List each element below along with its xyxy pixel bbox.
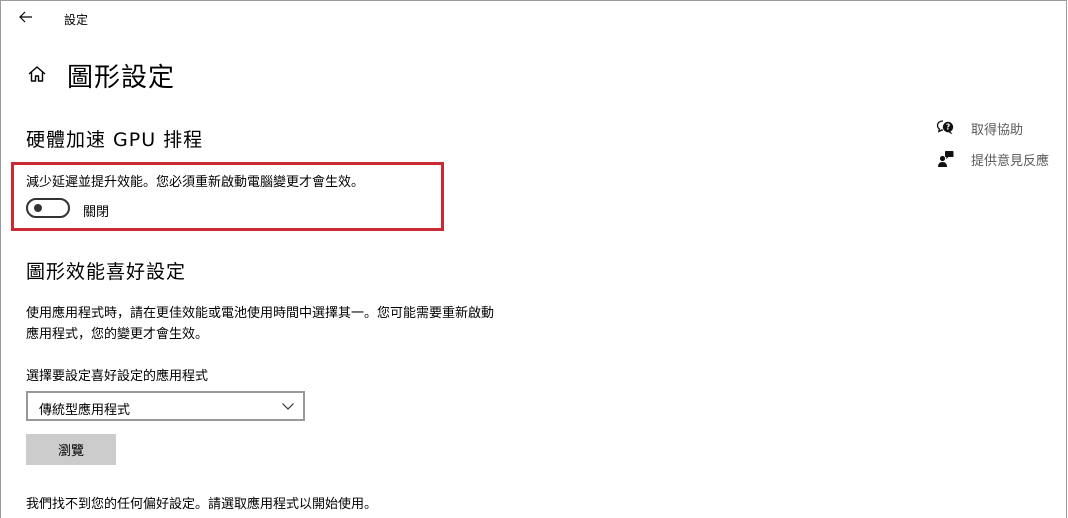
gpu-scheduling-toggle[interactable] (26, 198, 70, 218)
gpu-scheduling-description: 減少延遲並提升效能。您必須重新啟動電腦變更才會生效。 (26, 175, 365, 190)
back-arrow-icon (19, 11, 32, 23)
graphics-preference-description: 使用應用程式時，請在更佳效能或電池使用時間中選擇其一。您可能需要重新啟動應用程式… (26, 306, 495, 342)
help-chat-icon: ? (936, 118, 956, 138)
gpu-scheduling-heading: 硬體加速 GPU 排程 (26, 129, 204, 151)
back-button[interactable] (15, 6, 37, 28)
browse-button[interactable]: 瀏覽 (26, 434, 116, 465)
app-select-label: 選擇要設定喜好設定的應用程式 (26, 369, 209, 384)
toggle-knob (34, 204, 42, 212)
get-help-label: 取得協助 (971, 122, 1024, 138)
give-feedback-label: 提供意見反應 (971, 153, 1050, 169)
get-help-link[interactable]: ? 取得協助 (936, 118, 1023, 138)
home-icon[interactable] (26, 63, 48, 85)
graphics-preference-heading: 圖形效能喜好設定 (26, 261, 187, 283)
svg-text:?: ? (946, 123, 950, 132)
chevron-down-icon (282, 403, 294, 410)
page-title: 圖形設定 (67, 63, 176, 93)
dropdown-selected-value: 傳統型應用程式 (39, 403, 131, 418)
give-feedback-link[interactable]: 提供意見反應 (936, 149, 1049, 169)
app-type-dropdown[interactable]: 傳統型應用程式 (26, 391, 305, 421)
app-title: 設定 (64, 13, 89, 27)
feedback-person-icon (936, 149, 956, 169)
settings-window: 設定 圖形設定 硬體加速 GPU 排程 減少延遲並提升效能。您必須重新啟動電腦變… (0, 0, 1067, 518)
empty-preferences-message: 我們找不到您的任何偏好設定。請選取應用程式以開始使用。 (26, 497, 378, 512)
toggle-state-label: 關閉 (83, 205, 110, 220)
